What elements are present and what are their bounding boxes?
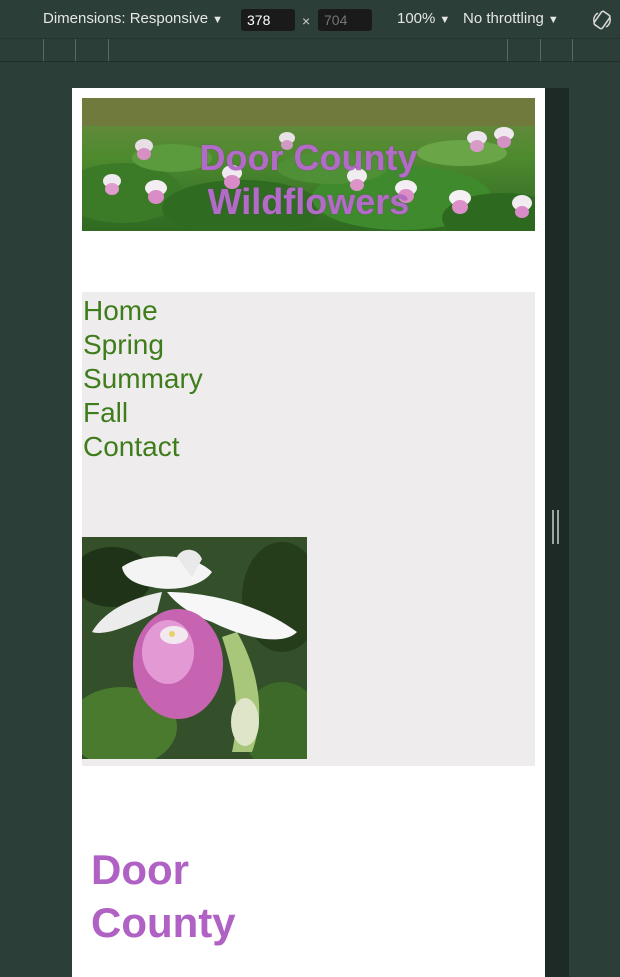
zoom-label: 100% xyxy=(397,10,436,27)
times-symbol: × xyxy=(302,13,311,29)
lady-slipper-photo xyxy=(82,537,307,759)
rotate-icon[interactable] xyxy=(591,9,613,31)
nav-link-spring[interactable]: Spring xyxy=(83,328,203,362)
emulated-page: Door County Wildflowers Home Spring Summ… xyxy=(72,88,545,977)
chevron-down-icon: ▼ xyxy=(547,14,559,26)
banner-title-line: Wildflowers xyxy=(207,181,410,222)
viewport-resize-handle[interactable] xyxy=(552,510,559,544)
ruler-tick xyxy=(572,39,573,61)
nav-panel: Home Spring Summary Fall Contact xyxy=(82,292,535,766)
ruler-tick xyxy=(43,39,44,61)
page-heading: Door County xyxy=(91,843,236,949)
throttling-label: No throttling xyxy=(463,10,544,27)
nav-link-contact[interactable]: Contact xyxy=(83,430,203,464)
nav-link-fall[interactable]: Fall xyxy=(83,396,203,430)
site-banner: Door County Wildflowers xyxy=(82,98,535,231)
banner-title-line: Door County xyxy=(199,137,418,178)
nav-link-home[interactable]: Home xyxy=(83,294,203,328)
zoom-dropdown[interactable]: 100% ▼ xyxy=(397,10,450,27)
nav-link-summary[interactable]: Summary xyxy=(83,362,203,396)
chevron-down-icon: ▼ xyxy=(439,14,451,26)
media-query-ruler[interactable] xyxy=(0,38,620,62)
ruler-tick xyxy=(108,39,109,61)
page-heading-line: Door xyxy=(91,846,189,893)
chevron-down-icon: ▼ xyxy=(212,14,223,26)
main-nav: Home Spring Summary Fall Contact xyxy=(83,294,203,464)
banner-title: Door County Wildflowers xyxy=(82,136,535,224)
throttling-dropdown[interactable]: No throttling ▼ xyxy=(463,10,559,27)
devtools-device-toolbar: Dimensions: Responsive▼ × 100%▼ No throt… xyxy=(0,0,620,38)
ruler-tick xyxy=(540,39,541,61)
page-heading-line: County xyxy=(91,899,236,946)
ruler-tick xyxy=(75,39,76,61)
dimensions-label: Dimensions: Responsive xyxy=(43,10,209,27)
ruler-tick xyxy=(507,39,508,61)
dimensions-dropdown[interactable]: Dimensions: Responsive ▼ xyxy=(43,10,223,27)
width-input[interactable] xyxy=(241,9,295,31)
height-input[interactable] xyxy=(318,9,372,31)
